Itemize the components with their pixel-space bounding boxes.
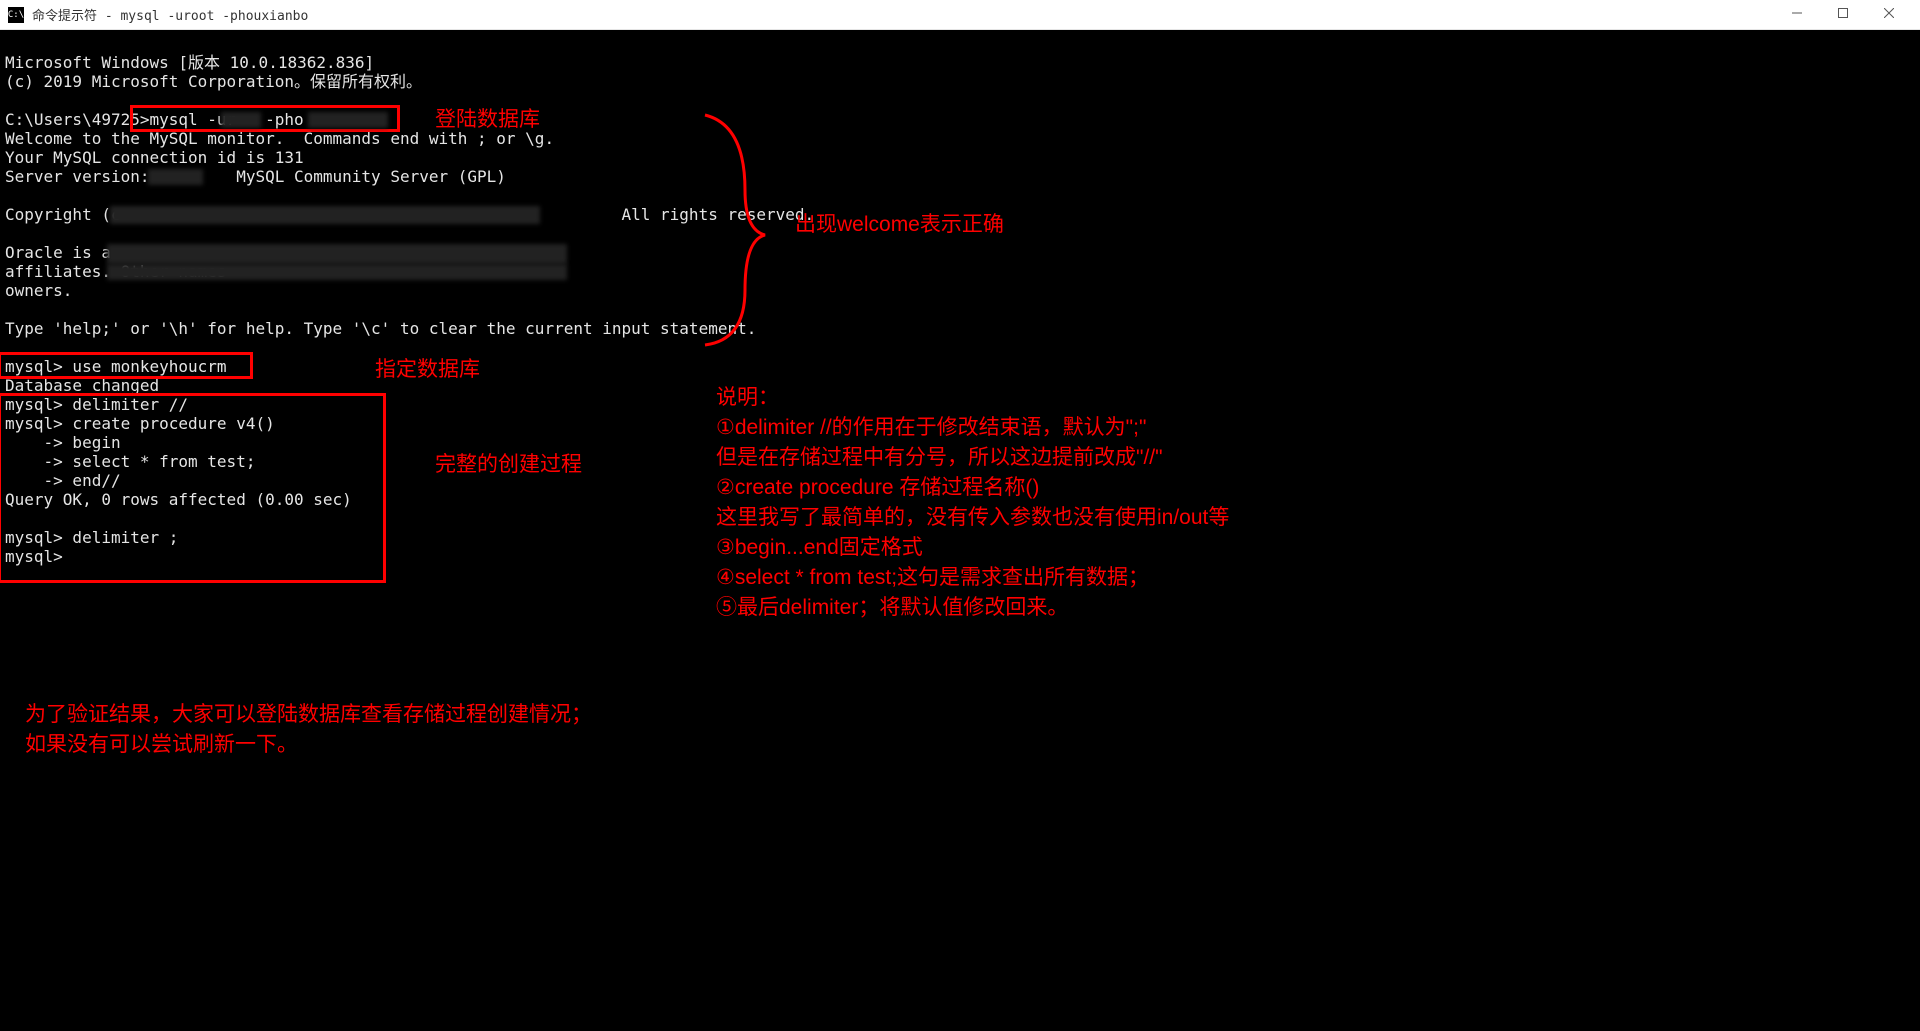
terminal-line: Query OK, 0 rows affected (0.00 sec) [5,490,352,509]
terminal-line: Database changed [5,376,159,395]
terminal-area[interactable]: Microsoft Windows [版本 10.0.18362.836] (c… [0,30,1920,1031]
terminal-line: mysql> delimiter // [5,395,188,414]
terminal-line: Microsoft Windows [版本 10.0.18362.836] [5,53,374,72]
terminal-line: -> select * from test; [5,452,255,471]
app-icon: C:\ [8,7,24,23]
terminal-line: Type 'help;' or '\h' for help. Type '\c'… [5,319,756,338]
terminal-line: mysql> [5,547,63,566]
terminal-line: -> end// [5,471,121,490]
terminal-line: mysql> use monkeyhoucrm [5,357,227,376]
brace-icon [685,110,785,350]
annotation-explanation: 说明： ①delimiter //的作用在于修改结束语，默认为";" 但是在存储… [716,383,1416,623]
annotation-login: 登陆数据库 [435,105,540,135]
terminal-line: owners. [5,281,72,300]
close-button[interactable] [1866,0,1912,28]
titlebar: C:\ 命令提示符 - mysql -uroot -phouxianbo [0,0,1920,30]
censor-block [148,169,203,185]
annotation-verify: 为了验证结果，大家可以登陆数据库查看存储过程创建情况； 如果没有可以尝试刷新一下… [25,700,592,760]
window-controls [1774,2,1912,28]
terminal-line: Your MySQL connection id is 131 [5,148,304,167]
terminal-line: mysql> delimiter ; [5,528,178,547]
censor-block [110,206,540,224]
minimize-button[interactable] [1774,0,1820,28]
annotation-usedb: 指定数据库 [375,355,480,385]
window-title: 命令提示符 - mysql -uroot -phouxianbo [32,5,1774,24]
terminal-line: Server version: MySQL Community Server (… [5,167,506,186]
maximize-button[interactable] [1820,0,1866,28]
terminal-line: (c) 2019 Microsoft Corporation。保留所有权利。 [5,72,422,91]
censor-block [308,112,388,128]
terminal-line: mysql> create procedure v4() [5,414,275,433]
censor-block [107,264,567,280]
censor-block [221,112,261,128]
terminal-line: -> begin [5,433,121,452]
annotation-procedure: 完整的创建过程 [435,450,582,480]
censor-block [107,244,567,264]
annotation-welcome: 出现welcome表示正确 [795,210,1004,240]
terminal-line: Oracle is a [5,243,121,262]
